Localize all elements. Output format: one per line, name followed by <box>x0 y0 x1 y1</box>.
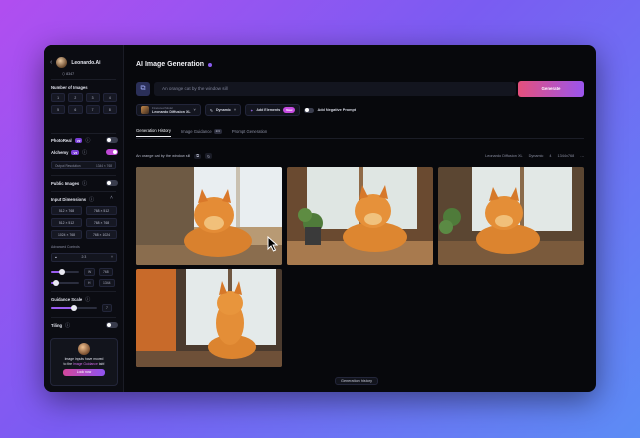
generated-image[interactable] <box>438 167 584 265</box>
style-select[interactable]: ✎ Dynamic ˅ <box>204 104 242 116</box>
dimension-option[interactable]: 1024 × 768 <box>51 230 82 239</box>
generation-count: 4 <box>549 154 552 158</box>
width-number[interactable]: 768 <box>99 268 113 276</box>
width-value[interactable]: W <box>84 268 96 276</box>
token-count: ⬡ 8347 <box>62 72 75 76</box>
info-icon[interactable]: ⓘ <box>65 322 70 329</box>
sidebar-header: ‹ Leonardo.Ai <box>50 57 101 68</box>
more-options-icon[interactable]: ⋯ <box>580 154 584 159</box>
generation-options: Finetuned Model Leonardo Diffusion XL ˅ … <box>136 104 356 116</box>
chevron-up-icon[interactable]: ˄ <box>110 195 113 201</box>
dimension-option[interactable]: 768 × 512 <box>86 206 117 215</box>
tab-image-guidance[interactable]: Image Guidance 2/4 <box>181 128 222 137</box>
image-count-option[interactable]: 7 <box>85 105 100 114</box>
generation-model: Leonardo Diffusion XL <box>485 154 523 158</box>
photoreal-toggle[interactable] <box>106 137 118 143</box>
generated-image[interactable] <box>136 167 282 265</box>
mouse-cursor-icon <box>267 236 279 252</box>
divider <box>51 317 116 318</box>
tab-generation-history[interactable]: Generation History <box>136 128 171 137</box>
height-value[interactable]: H <box>84 279 95 287</box>
promo-text: Image inputs have moved to the Image Gui… <box>63 357 105 366</box>
tab-bar: Generation History Image Guidance 2/4 Pr… <box>136 128 267 137</box>
negative-prompt-toggle[interactable] <box>304 107 315 113</box>
dimension-grid: 512 × 768 768 × 512 512 × 512 768 × 768 … <box>51 206 117 239</box>
token-icon: ⬡ <box>62 72 66 76</box>
number-of-images-label: Number of Images <box>51 85 88 90</box>
image-count-option[interactable]: 4 <box>102 93 117 102</box>
image-count-grid: 1 2 3 4 5 6 7 8 <box>51 93 117 114</box>
brand-name: Leonardo.Ai <box>71 59 101 66</box>
aspect-ratio-select[interactable]: 🔒︎ 2:3 ˅ <box>51 253 117 262</box>
generated-image[interactable] <box>136 269 282 367</box>
chevron-down-icon: ˅ <box>233 108 237 112</box>
new-badge: New <box>283 107 296 113</box>
dimension-option[interactable]: 768 × 768 <box>86 218 117 227</box>
alchemy-toggle[interactable] <box>106 149 118 155</box>
promo-card: Image inputs have moved to the Image Gui… <box>50 338 118 386</box>
add-elements-button[interactable]: ✦ Add Elements New <box>245 104 301 116</box>
elements-icon: ✦ <box>250 108 254 113</box>
generate-button[interactable]: Generate <box>518 81 584 97</box>
lock-icon: 🔒︎ <box>55 255 57 259</box>
generation-resolution: 1344x768 <box>557 154 575 158</box>
input-dimensions-row: Input Dimensions ⓘ <box>51 196 95 203</box>
guidance-slider[interactable] <box>51 305 97 311</box>
avatar[interactable] <box>56 57 68 68</box>
generated-image[interactable] <box>287 167 433 265</box>
promo-button[interactable]: Look now <box>63 369 105 377</box>
chevron-down-icon: ˅ <box>193 108 196 112</box>
dimension-option[interactable]: 512 × 512 <box>51 218 82 227</box>
image-count-option[interactable]: 2 <box>68 93 83 102</box>
page-title: AI Image Generation <box>136 61 213 68</box>
generation-prompt: An orange cat by the window sill <box>136 154 191 158</box>
negative-prompt-toggle-row: Add Negative Prompt <box>304 107 356 113</box>
chevron-down-icon: ˅ <box>111 255 113 259</box>
model-thumbnail <box>141 106 149 114</box>
advanced-controls-label: Advanced Controls <box>51 245 80 249</box>
info-icon[interactable]: ⓘ <box>82 149 87 156</box>
divider <box>51 79 116 80</box>
prompt-image-icon[interactable]: ⧉ <box>136 82 150 96</box>
divider <box>51 291 116 292</box>
tab-divider <box>136 138 584 139</box>
image-count-option[interactable]: 8 <box>102 105 117 114</box>
main-panel: AI Image Generation ⧉ An orange cat by t… <box>124 45 596 392</box>
guidance-scale-row: Guidance Scale ⓘ <box>51 296 91 303</box>
divider <box>51 175 116 176</box>
dimension-option[interactable]: 512 × 768 <box>51 206 82 215</box>
info-icon[interactable]: ⓘ <box>82 180 87 187</box>
app-window: ‹ Leonardo.Ai ⬡ 8347 Number of Images 1 … <box>44 45 596 392</box>
public-images-toggle[interactable] <box>106 180 118 186</box>
divider <box>51 133 116 134</box>
copy-icon[interactable]: ⧉ <box>194 153 201 159</box>
promo-avatar <box>78 343 90 355</box>
reuse-icon[interactable]: ↻ <box>204 153 213 159</box>
status-dot-icon <box>208 62 213 67</box>
guidance-value[interactable]: 7 <box>102 304 112 312</box>
info-icon[interactable]: ⓘ <box>89 196 94 203</box>
generation-history-button[interactable]: Generation history <box>335 377 379 385</box>
image-count-option[interactable]: 6 <box>68 105 83 114</box>
alchemy-resolution-field[interactable]: Output Resolution 1344 × 768 <box>51 161 116 169</box>
image-count-option[interactable]: 5 <box>51 105 66 114</box>
tab-prompt-generation[interactable]: Prompt Generation <box>232 129 267 137</box>
image-count-option[interactable]: 1 <box>51 93 66 102</box>
info-icon[interactable]: ⓘ <box>85 137 90 144</box>
brush-icon: ✎ <box>209 108 213 113</box>
image-count-option[interactable]: 3 <box>85 93 100 102</box>
back-arrow-icon[interactable]: ‹ <box>50 59 52 66</box>
generation-style: Dynamic <box>528 154 544 158</box>
model-select[interactable]: Finetuned Model Leonardo Diffusion XL ˅ <box>136 104 201 116</box>
divider <box>51 191 116 192</box>
dimension-option[interactable]: 768 × 1024 <box>86 230 117 239</box>
height-number[interactable]: 1344 <box>99 279 115 287</box>
width-slider[interactable] <box>51 269 79 275</box>
sidebar: ‹ Leonardo.Ai ⬡ 8347 Number of Images 1 … <box>44 45 124 392</box>
height-slider[interactable] <box>51 280 79 286</box>
tiling-toggle[interactable] <box>106 322 118 328</box>
info-icon[interactable]: ⓘ <box>85 296 90 303</box>
generation-meta: An orange cat by the window sill ⧉ ↻ Leo… <box>136 153 584 159</box>
prompt-input[interactable]: An orange cat by the window sill <box>154 82 516 96</box>
